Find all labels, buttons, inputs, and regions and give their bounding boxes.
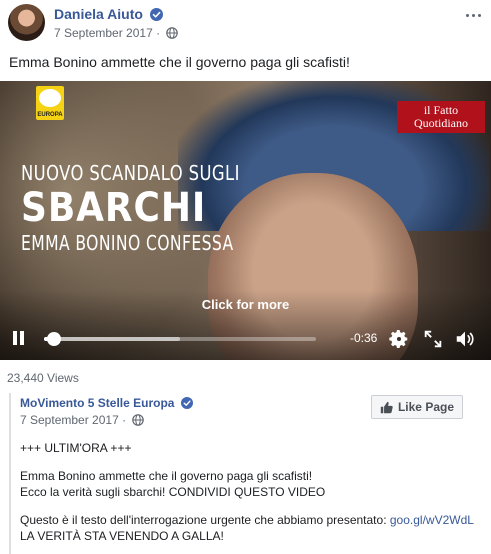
m5s-logo-text: EUROPA <box>37 112 63 118</box>
shared-page-name: MoVimento 5 Stelle Europa <box>20 396 193 410</box>
shared-line-3: Ecco la verità sugli sbarchi! CONDIVIDI … <box>20 485 326 499</box>
like-page-button[interactable]: Like Page <box>370 395 463 419</box>
headline-line-3: EMMA BONINO CONFESSA <box>21 231 234 255</box>
author-name[interactable]: Daniela Aiuto <box>54 6 143 22</box>
volume-icon[interactable] <box>454 328 476 350</box>
ifq-logo: il Fatto Quotidiano <box>397 101 485 133</box>
shared-line-2: Emma Bonino ammette che il governo paga … <box>20 469 313 483</box>
shared-meta: 7 September 2017 · <box>20 413 145 427</box>
scrubber-buffered <box>44 337 180 341</box>
thumbs-up-icon <box>380 401 393 413</box>
time-remaining: -0:36 <box>350 331 378 345</box>
globe-icon[interactable] <box>132 414 145 426</box>
author-name-row: Daniela Aiuto <box>54 6 163 22</box>
shared-link[interactable]: goo.gl/wV2WdL <box>390 513 474 527</box>
meta-separator: · <box>156 26 161 40</box>
verified-badge-icon <box>149 8 163 21</box>
globe-icon[interactable] <box>166 27 179 39</box>
like-page-label: Like Page <box>397 400 454 414</box>
pause-icon[interactable] <box>12 331 26 347</box>
avatar[interactable] <box>8 4 45 41</box>
shared-page-link[interactable]: MoVimento 5 Stelle Europa <box>20 396 174 410</box>
scrubber-handle[interactable] <box>47 332 62 346</box>
click-for-more[interactable]: Click for more <box>0 297 491 312</box>
shared-line-1: +++ ULTIM'ORA +++ <box>20 441 132 455</box>
shared-date[interactable]: 7 September 2017 <box>20 413 119 427</box>
shared-line-4: Questo è il testo dell'interrogazione ur… <box>20 512 474 528</box>
video-player[interactable]: EUROPA il Fatto Quotidiano NUOVO SCANDAL… <box>0 81 491 360</box>
m5s-logo-emblem <box>39 89 61 107</box>
headline-line-1: NUOVO SCANDALO SUGLI <box>21 161 240 185</box>
settings-icon[interactable] <box>388 328 410 350</box>
video-scrubber[interactable] <box>44 332 316 346</box>
post-text: Emma Bonino ammette che il governo paga … <box>9 54 350 70</box>
post-meta: 7 September 2017 · <box>54 26 179 40</box>
post-header: Daniela Aiuto 7 September 2017 · <box>8 4 491 44</box>
shared-line-5: LA VERITÀ STA VENENDO A GALLA! <box>20 529 224 543</box>
view-count: 23,440 Views <box>7 371 79 385</box>
post-date[interactable]: 7 September 2017 <box>54 26 153 40</box>
meta-separator: · <box>122 413 127 427</box>
headline-line-2: SBARCHI <box>21 185 207 231</box>
video-controls: -0:36 <box>0 325 491 355</box>
m5s-logo: EUROPA <box>36 86 64 120</box>
shared-line-4-text: Questo è il testo dell'interrogazione ur… <box>20 513 387 527</box>
shared-post: MoVimento 5 Stelle Europa 7 September 20… <box>9 393 483 554</box>
video-headline: NUOVO SCANDALO SUGLI SBARCHI EMMA BONINO… <box>21 161 293 255</box>
verified-badge-icon <box>180 397 193 409</box>
fullscreen-icon[interactable] <box>422 328 444 350</box>
more-options-icon[interactable] <box>463 8 483 22</box>
